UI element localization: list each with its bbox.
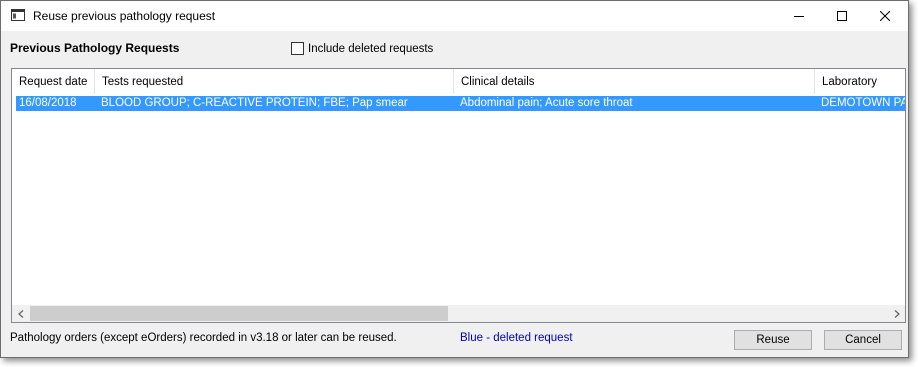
deleted-legend: Blue - deleted request <box>460 332 573 344</box>
requests-list[interactable]: Request date Tests requested Clinical de… <box>11 68 906 323</box>
window-app-icon <box>11 9 25 21</box>
column-header-laboratory[interactable]: Laboratory <box>815 69 905 94</box>
cell-tests-requested: BLOOD GROUP; C-REACTIVE PROTEIN; FBE; Pa… <box>101 97 408 109</box>
window-title: Reuse previous pathology request <box>33 9 216 23</box>
close-button[interactable] <box>862 1 908 31</box>
cell-request-date: 16/08/2018 <box>19 97 77 109</box>
table-row[interactable]: 16/08/2018 BLOOD GROUP; C-REACTIVE PROTE… <box>16 96 905 111</box>
chevron-left-icon <box>17 309 23 318</box>
scroll-right-button[interactable] <box>888 305 905 322</box>
list-header: Request date Tests requested Clinical de… <box>12 69 905 94</box>
column-header-tests-requested[interactable]: Tests requested <box>95 69 454 94</box>
cell-clinical-details: Abdominal pain; Acute sore throat <box>460 97 633 109</box>
dialog-window: Reuse previous pathology request Previou… <box>0 0 909 358</box>
cancel-button[interactable]: Cancel <box>824 330 902 350</box>
minimize-icon <box>794 16 804 17</box>
minimize-button[interactable] <box>776 1 822 31</box>
reuse-button[interactable]: Reuse <box>734 330 812 350</box>
cell-laboratory: DEMOTOWN PA <box>821 97 905 109</box>
column-header-clinical-details[interactable]: Clinical details <box>454 69 815 94</box>
include-deleted-toggle[interactable]: Include deleted requests <box>291 42 433 55</box>
horizontal-scrollbar[interactable] <box>12 305 905 322</box>
include-deleted-label: Include deleted requests <box>308 42 434 55</box>
title-bar[interactable]: Reuse previous pathology request <box>1 1 908 31</box>
scrollbar-thumb[interactable] <box>30 306 448 321</box>
section-title: Previous Pathology Requests <box>10 41 180 55</box>
include-deleted-checkbox[interactable] <box>291 42 304 55</box>
chevron-right-icon <box>894 309 900 318</box>
column-header-request-date[interactable]: Request date <box>12 69 95 94</box>
maximize-icon <box>837 11 847 21</box>
maximize-button[interactable] <box>819 1 865 31</box>
reuse-note: Pathology orders (except eOrders) record… <box>10 332 397 344</box>
scroll-left-button[interactable] <box>12 305 29 322</box>
close-icon <box>880 11 890 21</box>
